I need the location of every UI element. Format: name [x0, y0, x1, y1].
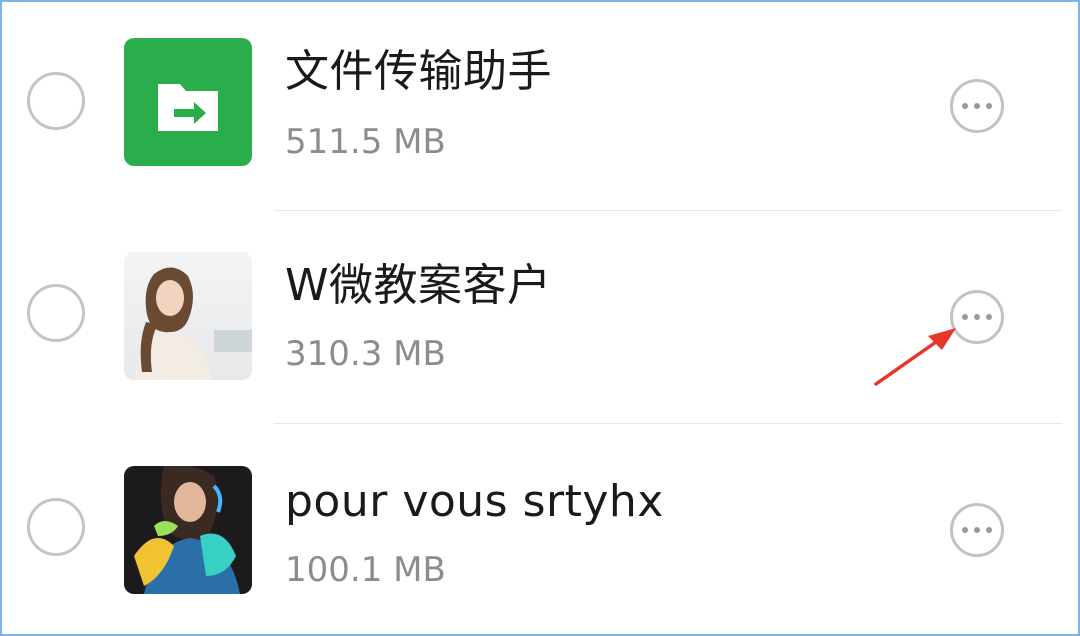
list-item[interactable]: 文件传输助手 511.5 MB [2, 2, 1078, 214]
more-options-button[interactable] [950, 503, 1004, 557]
list-item[interactable]: pour vous srtyhx 100.1 MB [2, 426, 1078, 634]
folder-arrow-icon [124, 38, 252, 166]
portrait-photo [124, 252, 252, 380]
more-icon [962, 103, 968, 109]
portrait-photo [124, 466, 252, 594]
divider [274, 210, 1062, 211]
chat-name: 文件传输助手 [285, 46, 552, 97]
select-radio[interactable] [27, 498, 85, 556]
storage-size: 100.1 MB [285, 550, 446, 590]
divider [274, 423, 1062, 424]
chat-name: pour vous srtyhx [285, 476, 664, 527]
more-options-button[interactable] [950, 79, 1004, 133]
user-avatar [124, 252, 252, 380]
more-icon [962, 527, 968, 533]
storage-size: 511.5 MB [285, 122, 446, 162]
list-item[interactable]: W微教案客户 310.3 MB [2, 214, 1078, 426]
chat-name: W微教案客户 [285, 260, 552, 311]
select-radio[interactable] [27, 284, 85, 342]
storage-chat-list: 文件传输助手 511.5 MB W微教案客户 310.3 MB pour vou… [0, 0, 1080, 636]
storage-size: 310.3 MB [285, 334, 446, 374]
more-options-button[interactable] [950, 290, 1004, 344]
file-transfer-avatar [124, 38, 252, 166]
select-radio[interactable] [27, 72, 85, 130]
more-icon [962, 314, 968, 320]
user-avatar [124, 466, 252, 594]
